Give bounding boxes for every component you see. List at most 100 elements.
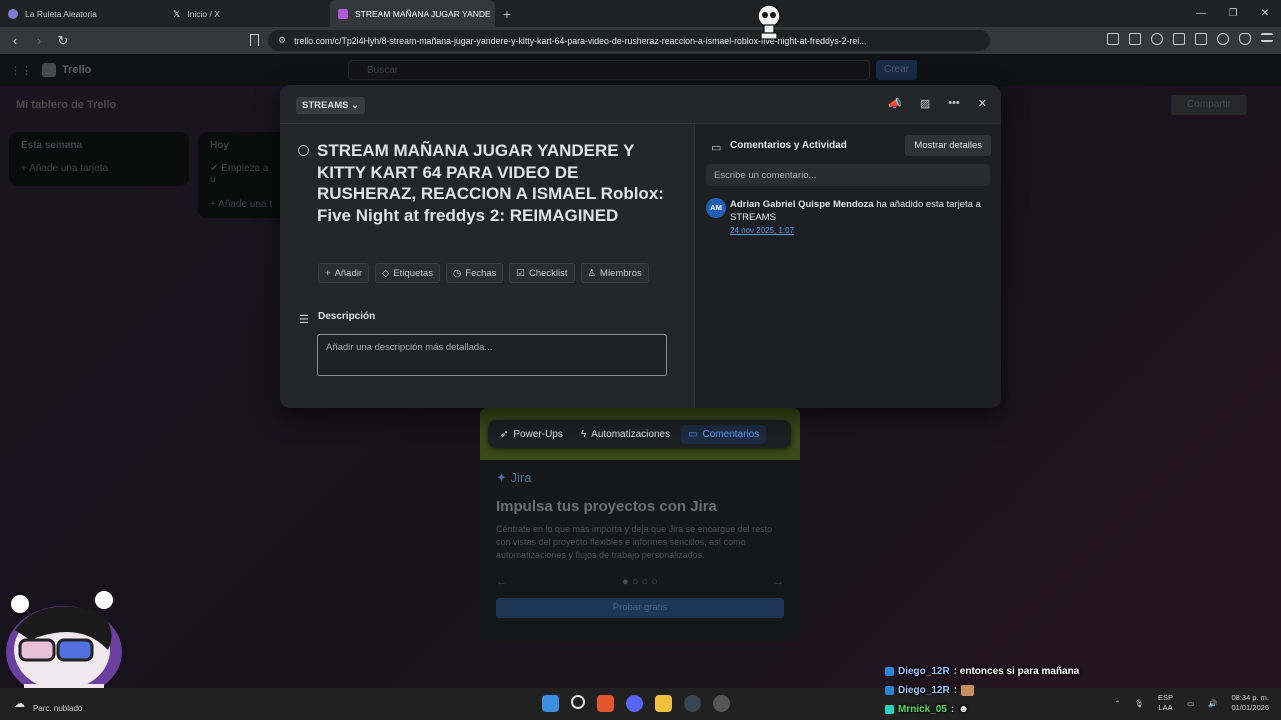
minimize-icon[interactable]: — — [1185, 8, 1217, 19]
clock[interactable]: 08:34 p. m. 01/01/2026 — [1231, 693, 1269, 713]
show-details-button[interactable]: Mostrar detalles — [905, 135, 991, 156]
lightning-icon: ϟ — [580, 428, 587, 440]
bookmark-icon[interactable] — [250, 34, 259, 46]
close-icon[interactable]: ✕ — [978, 97, 987, 110]
dates-button[interactable]: ◷ Fechas — [445, 263, 504, 283]
tab-title: STREAM MAÑANA JUGAR YANDE — [355, 8, 491, 19]
emote-icon — [961, 685, 975, 696]
reload-icon[interactable]: ↻ — [56, 33, 70, 49]
weather-icon[interactable]: ☁ — [14, 697, 25, 710]
automations-button[interactable]: ϟ Automatizaciones — [574, 425, 677, 444]
chat-username: Diego_12R — [898, 666, 950, 677]
back-icon[interactable]: ‹ — [8, 33, 22, 48]
checklist-icon: ☑ — [516, 267, 525, 279]
labels-label: Etiquetas — [393, 267, 433, 279]
list-selector[interactable]: STREAMS ⌄ — [296, 97, 366, 114]
complete-toggle[interactable] — [298, 145, 309, 156]
card-actions: + Añadir ◇ Etiquetas ◷ Fechas ☑ Checklist ♙ M… — [318, 263, 649, 283]
powerups-button[interactable]: ➶ Power-Ups — [493, 425, 570, 444]
prev-arrow-icon[interactable]: ← — [496, 576, 507, 588]
network-icon[interactable]: ▭ — [1187, 699, 1194, 708]
clock-icon: ◷ — [452, 267, 462, 279]
restore-icon[interactable]: ❐ — [1217, 8, 1249, 19]
comments-button[interactable]: ▭ Comentarios — [681, 424, 767, 444]
promo-text: Céntrate en lo que más importa y deja qu… — [496, 524, 773, 560]
jira-brand: Jira — [510, 470, 532, 485]
chat-username: Diego_12R — [898, 685, 950, 696]
brave-icon[interactable] — [597, 695, 614, 712]
description-input[interactable]: Añadir una descripción más detallada... — [317, 334, 667, 376]
card-modal: STREAMS ⌄ 📣 ▨ ••• ✕ STREAM MAÑANA JUGAR … — [280, 85, 1001, 408]
tab-trello-card[interactable]: STREAM MAÑANA JUGAR YANDE ✕ — [330, 0, 495, 27]
chat-message: Mrnick_05 : ☻ — [885, 700, 1079, 719]
skull-sticker-icon — [757, 4, 781, 40]
chat-text: : — [953, 685, 958, 696]
card-title[interactable]: STREAM MAÑANA JUGAR YANDERE Y KITTY KART… — [317, 140, 673, 226]
discord-icon[interactable] — [626, 695, 643, 712]
site-settings-icon[interactable]: ⚙ — [278, 35, 286, 46]
promo-title: Impulsa tus proyectos con Jira — [496, 498, 717, 515]
members-label: Miembros — [600, 267, 642, 279]
extensions-icon[interactable] — [1107, 33, 1119, 45]
image-icon[interactable]: ▨ — [920, 97, 930, 110]
avatar[interactable]: AM — [706, 198, 726, 218]
sidebar-icon[interactable] — [1173, 33, 1185, 45]
x-favicon-icon: 𝕏 — [173, 8, 181, 19]
stream-chat: Diego_12R : entonces si para mañana Dieg… — [885, 662, 1079, 719]
clock-time: 08:34 p. m. — [1231, 693, 1269, 702]
activity-user[interactable]: Adrian Gabriel Quispe Mendoza — [730, 199, 874, 210]
steam-icon[interactable] — [684, 695, 701, 712]
twitch-favicon-icon — [338, 8, 348, 19]
activity-date[interactable]: 24 nov 2025, 1:07 — [730, 226, 794, 235]
checklist-button[interactable]: ☑ Checklist — [509, 263, 575, 283]
media-player-icon[interactable] — [713, 695, 730, 712]
windows-start-icon[interactable] — [542, 695, 559, 712]
lang-bottom: LAA — [1158, 703, 1173, 712]
members-button[interactable]: ♙ Miembros — [580, 263, 649, 283]
rocket-icon: ➶ — [500, 428, 509, 440]
tag-icon: ◇ — [382, 267, 390, 279]
search-icon[interactable] — [571, 695, 585, 709]
tab-x[interactable]: 𝕏 Inicio / X — [165, 0, 330, 27]
vpn-icon[interactable] — [1239, 33, 1251, 45]
activity-title: Comentarios y Actividad — [730, 140, 847, 151]
tab-ruleta[interactable]: La Ruleta Aleatoria — [0, 0, 165, 27]
volume-icon[interactable]: 🔊 — [1208, 699, 1217, 708]
url-text: trello.com/c/Tp2i4Hyh/8-stream-mañana-ju… — [294, 35, 867, 46]
music-icon[interactable] — [1151, 33, 1163, 45]
jira-logo: ✦ Jira — [496, 470, 532, 485]
promo-nav: ← ● ○ ○ ○ → — [496, 576, 784, 588]
close-window-icon[interactable]: ✕ — [1249, 8, 1281, 19]
activity-entry: Adrian Gabriel Quispe Mendoza ha añadido… — [730, 198, 994, 224]
address-bar[interactable]: ⚙ trello.com/c/Tp2i4Hyh/8-stream-mañana-… — [268, 30, 990, 51]
plus-icon: + — [325, 267, 331, 279]
checklist-label: Checklist — [528, 267, 568, 279]
weather-text[interactable]: Parc. nublado — [33, 704, 82, 713]
next-arrow-icon[interactable]: → — [773, 576, 784, 588]
add-button[interactable]: + Añadir — [318, 263, 370, 283]
comment-icon: ▭ — [688, 428, 698, 440]
comment-input[interactable]: Escribe un comentario... — [706, 164, 990, 186]
megaphone-icon[interactable]: 📣 — [888, 97, 902, 110]
menu-icon[interactable] — [1261, 33, 1273, 42]
try-free-button[interactable]: Probar gratis — [496, 598, 784, 618]
labels-button[interactable]: ◇ Etiquetas — [375, 263, 440, 283]
comments-label: Comentarios — [702, 428, 760, 440]
chat-username: Mrnick_05 — [898, 704, 947, 715]
reader-icon[interactable] — [1129, 33, 1141, 45]
activity-panel: ▭ Comentarios y Actividad Mostrar detall… — [694, 124, 1001, 408]
chevron-up-icon[interactable]: ⌃ — [1114, 699, 1120, 708]
mic-icon[interactable]: 🎙 — [1134, 699, 1144, 708]
modal-header-actions: 📣 ▨ ••• ✕ — [888, 97, 987, 110]
file-explorer-icon[interactable] — [655, 695, 672, 712]
streamer-avatar-icon — [6, 591, 122, 698]
wallet-icon[interactable] — [1195, 33, 1207, 45]
leo-icon[interactable] — [1217, 33, 1229, 45]
lang-top: ESP — [1158, 693, 1174, 702]
language-indicator[interactable]: ESP LAA — [1158, 693, 1173, 713]
card-main: STREAM MAÑANA JUGAR YANDERE Y KITTY KART… — [280, 124, 694, 408]
chat-badge-icon — [885, 667, 894, 676]
more-icon[interactable]: ••• — [948, 97, 960, 110]
new-tab-button[interactable]: + — [495, 6, 519, 22]
forward-icon[interactable]: › — [32, 33, 46, 48]
